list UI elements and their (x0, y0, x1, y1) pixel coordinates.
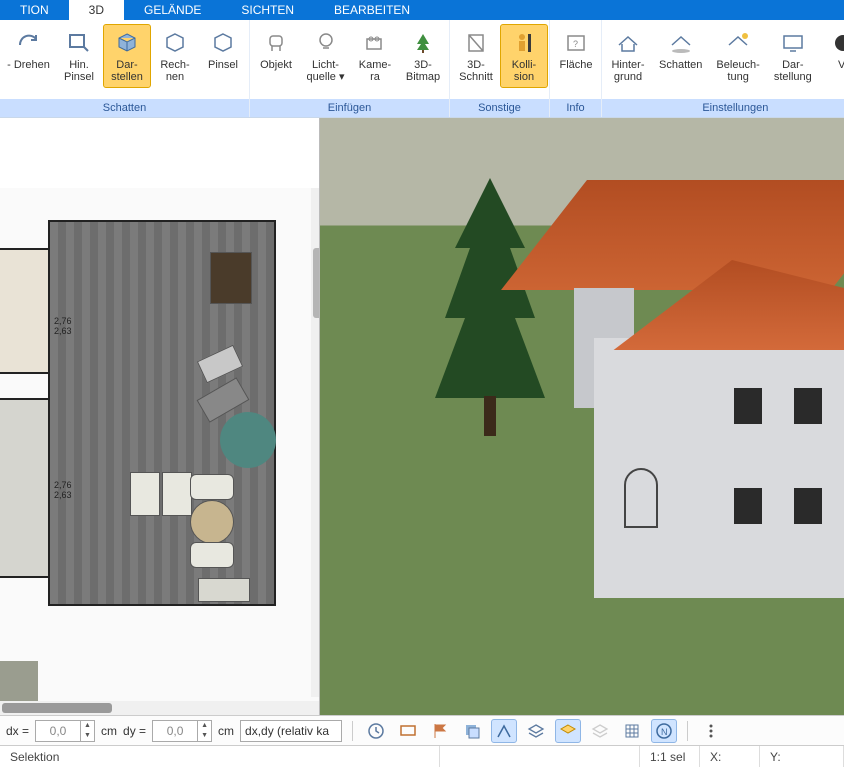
brush-cube-icon (207, 29, 239, 57)
dy-input[interactable]: ▲▼ (152, 720, 212, 742)
plan-scrollbar-horizontal[interactable] (0, 701, 319, 715)
kamera-button[interactable]: Kame- ra (351, 24, 399, 88)
brush-back-icon (63, 29, 95, 57)
area-icon: ? (560, 29, 592, 57)
monitor-icon (777, 29, 809, 57)
render-cube-icon (111, 29, 143, 57)
layers3-button[interactable] (587, 719, 613, 743)
schatten-settings-button[interactable]: Schatten (652, 24, 709, 76)
darstellen-button[interactable]: Dar- stellen (103, 24, 151, 88)
spinner-down-icon[interactable]: ▼ (198, 731, 211, 741)
objekt-button[interactable]: Objekt (252, 24, 300, 76)
hin-pinsel-button[interactable]: Hin. Pinsel (55, 24, 103, 88)
status-bar: Selektion 1:1 sel X: Y: (0, 745, 844, 767)
spinner-down-icon[interactable]: ▼ (81, 731, 94, 741)
main-workspace: 2,76 2,63 2,76 2,63 (0, 118, 844, 715)
more-button[interactable] (698, 719, 724, 743)
spinner-up-icon[interactable]: ▲ (81, 721, 94, 731)
sphere-icon (827, 29, 844, 57)
kollision-button[interactable]: Kolli- sion (500, 24, 548, 88)
status-sel: 1:1 sel (640, 746, 700, 767)
beleuchtung-button[interactable]: Beleuch- tung (709, 24, 766, 88)
rotate-icon (13, 29, 45, 57)
perspective-view-3d[interactable] (320, 118, 844, 715)
flag-button[interactable] (427, 719, 453, 743)
house-bg-icon (612, 29, 644, 57)
lichtquelle-button[interactable]: Licht- quelle ▾ (300, 24, 351, 88)
layers2-button[interactable] (523, 719, 549, 743)
calc-cube-icon (159, 29, 191, 57)
screen-button[interactable] (395, 719, 421, 743)
status-selection: Selektion (0, 746, 440, 767)
flaeche-button[interactable]: ? Fläche (552, 24, 600, 76)
dimension-label: 2,76 (54, 480, 72, 490)
dimension-label: 2,76 (54, 316, 72, 326)
group-label-info: Info (550, 99, 601, 117)
camera-icon (359, 29, 391, 57)
tab-gelaende[interactable]: GELÄNDE (124, 0, 221, 20)
tree-icon (407, 29, 439, 57)
tab-tion[interactable]: TION (0, 0, 69, 20)
plan-umbrella (220, 412, 276, 468)
tab-3d[interactable]: 3D (69, 0, 124, 20)
group-label-einfuegen: Einfügen (250, 99, 449, 117)
plan-paving (0, 661, 38, 701)
group-label-einstellungen: Einstellungen (602, 99, 844, 117)
3d-bitmap-button[interactable]: 3D- Bitmap (399, 24, 447, 88)
status-x: X: (700, 746, 760, 767)
house-shadow-icon (665, 29, 697, 57)
chair-icon (260, 29, 292, 57)
plan-table (190, 500, 234, 544)
group-label-schatten: Schatten (0, 99, 249, 117)
plane-button[interactable] (555, 719, 581, 743)
plan-room-a (0, 248, 50, 374)
status-y: Y: (760, 746, 844, 767)
dx-label: dx = (6, 724, 29, 738)
dimension-label: 2,63 (54, 490, 72, 500)
section-icon (460, 29, 492, 57)
dy-unit: cm (218, 724, 234, 738)
tab-sichten[interactable]: SICHTEN (221, 0, 314, 20)
dx-unit: cm (101, 724, 117, 738)
tab-bearbeiten[interactable]: BEARBEITEN (314, 0, 430, 20)
3d-schnitt-button[interactable]: 3D- Schnitt (452, 24, 500, 88)
grid-button[interactable] (619, 719, 645, 743)
hintergrund-button[interactable]: Hinter- grund (604, 24, 652, 88)
rechnen-button[interactable]: Rech- nen (151, 24, 199, 88)
svg-text:?: ? (573, 39, 578, 49)
history-button[interactable] (363, 719, 389, 743)
svg-text:N: N (661, 727, 668, 737)
dy-label: dy = (123, 724, 146, 738)
coord-mode-dropdown[interactable]: dx,dy (relativ ka (240, 720, 342, 742)
main-tabstrip: TION 3D GELÄNDE SICHTEN BEARBEITEN (0, 0, 844, 20)
ribbon: - Drehen Hin. Pinsel Dar- stellen Rech- … (0, 20, 844, 118)
dimension-label: 2,63 (54, 326, 72, 336)
spinner-up-icon[interactable]: ▲ (198, 721, 211, 731)
plan-room-b (0, 398, 50, 578)
vi-button[interactable]: Vi (819, 24, 844, 76)
scene-house (584, 268, 844, 618)
plan-view-2d[interactable]: 2,76 2,63 2,76 2,63 (0, 118, 320, 715)
north-button[interactable]: N (651, 719, 677, 743)
house-light-icon (722, 29, 754, 57)
plan-deck (48, 220, 276, 606)
drehen-button[interactable]: - Drehen (2, 24, 55, 76)
darstellung-button[interactable]: Dar- stellung (767, 24, 819, 88)
lightbulb-icon (310, 29, 342, 57)
pinsel-button[interactable]: Pinsel (199, 24, 247, 76)
bottom-toolbar: dx = ▲▼ cm dy = ▲▼ cm dx,dy (relativ ka … (0, 715, 844, 745)
scene-tree (430, 178, 550, 438)
group-label-sonstige: Sonstige (450, 99, 549, 117)
dx-input[interactable]: ▲▼ (35, 720, 95, 742)
plan-scrollbar-vertical[interactable] (311, 188, 320, 697)
collision-person-icon (508, 29, 540, 57)
snap-ortho-button[interactable] (491, 719, 517, 743)
layers-button[interactable] (459, 719, 485, 743)
